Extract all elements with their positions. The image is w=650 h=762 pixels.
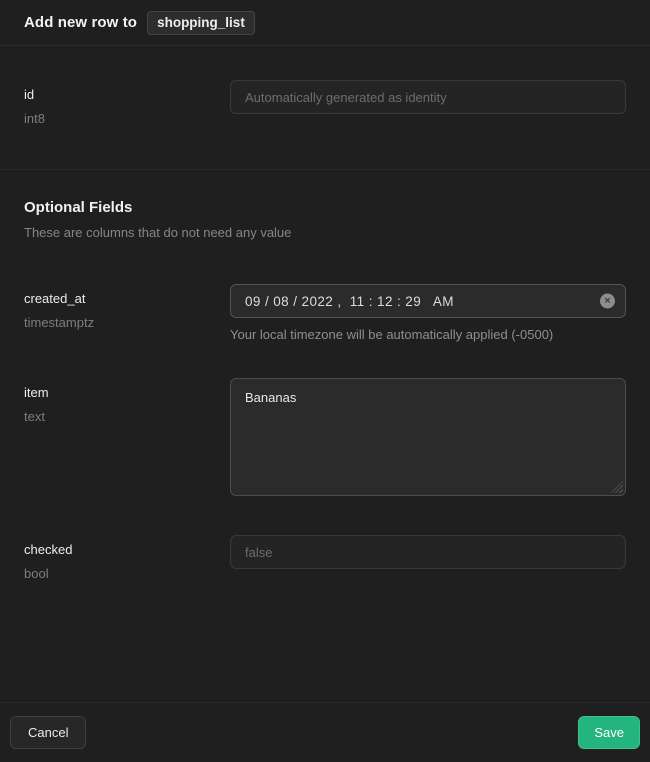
checked-field-label: checked xyxy=(24,542,230,557)
field-row-item: item text Bananas xyxy=(24,378,626,496)
save-button[interactable]: Save xyxy=(578,716,640,749)
id-label-column: id int8 xyxy=(24,80,230,126)
checked-field-type: bool xyxy=(24,566,230,581)
clear-icon[interactable]: ✕ xyxy=(600,294,615,309)
checked-input-wrap xyxy=(230,535,626,569)
panel-header: Add new row to shopping_list xyxy=(0,0,650,46)
required-fields-section: id int8 xyxy=(0,46,650,170)
created-at-label-column: created_at timestamptz xyxy=(24,284,230,330)
id-field-label: id xyxy=(24,87,230,102)
created-at-datetime-input[interactable]: 09 / 08 / 2022 , 11 : 12 : 29 AM xyxy=(230,284,626,318)
created-at-field-type: timestamptz xyxy=(24,315,230,330)
item-textarea-wrap: Bananas xyxy=(230,378,626,496)
add-row-panel: Add new row to shopping_list id int8 Opt… xyxy=(0,0,650,762)
created-at-input-col: 09 / 08 / 2022 , 11 : 12 : 29 AM ✕ Your … xyxy=(230,284,626,344)
timezone-helper-text: Your local timezone will be automaticall… xyxy=(230,326,626,344)
optional-fields-title: Optional Fields xyxy=(24,198,626,218)
checked-input[interactable] xyxy=(230,535,626,569)
id-field-type: int8 xyxy=(24,111,230,126)
item-field-type: text xyxy=(24,409,230,424)
created-at-field-label: created_at xyxy=(24,291,230,306)
item-textarea[interactable]: Bananas xyxy=(230,378,626,496)
id-input-wrap xyxy=(230,80,626,114)
panel-footer: Cancel Save xyxy=(0,702,650,762)
created-at-input-wrap: 09 / 08 / 2022 , 11 : 12 : 29 AM ✕ xyxy=(230,284,626,318)
id-input xyxy=(230,80,626,114)
field-row-checked: checked bool xyxy=(24,535,626,581)
item-label-column: item text xyxy=(24,378,230,424)
panel-title: Add new row to xyxy=(24,14,137,31)
checked-label-column: checked bool xyxy=(24,535,230,581)
optional-fields-subtitle: These are columns that do not need any v… xyxy=(24,224,626,242)
cancel-button[interactable]: Cancel xyxy=(10,716,86,749)
table-name-badge: shopping_list xyxy=(147,11,255,35)
field-row-created-at: created_at timestamptz 09 / 08 / 2022 , … xyxy=(24,284,626,344)
item-field-label: item xyxy=(24,385,230,400)
field-row-id: id int8 xyxy=(24,80,626,126)
optional-fields-section: created_at timestamptz 09 / 08 / 2022 , … xyxy=(0,284,650,581)
optional-fields-header: Optional Fields These are columns that d… xyxy=(0,170,650,242)
